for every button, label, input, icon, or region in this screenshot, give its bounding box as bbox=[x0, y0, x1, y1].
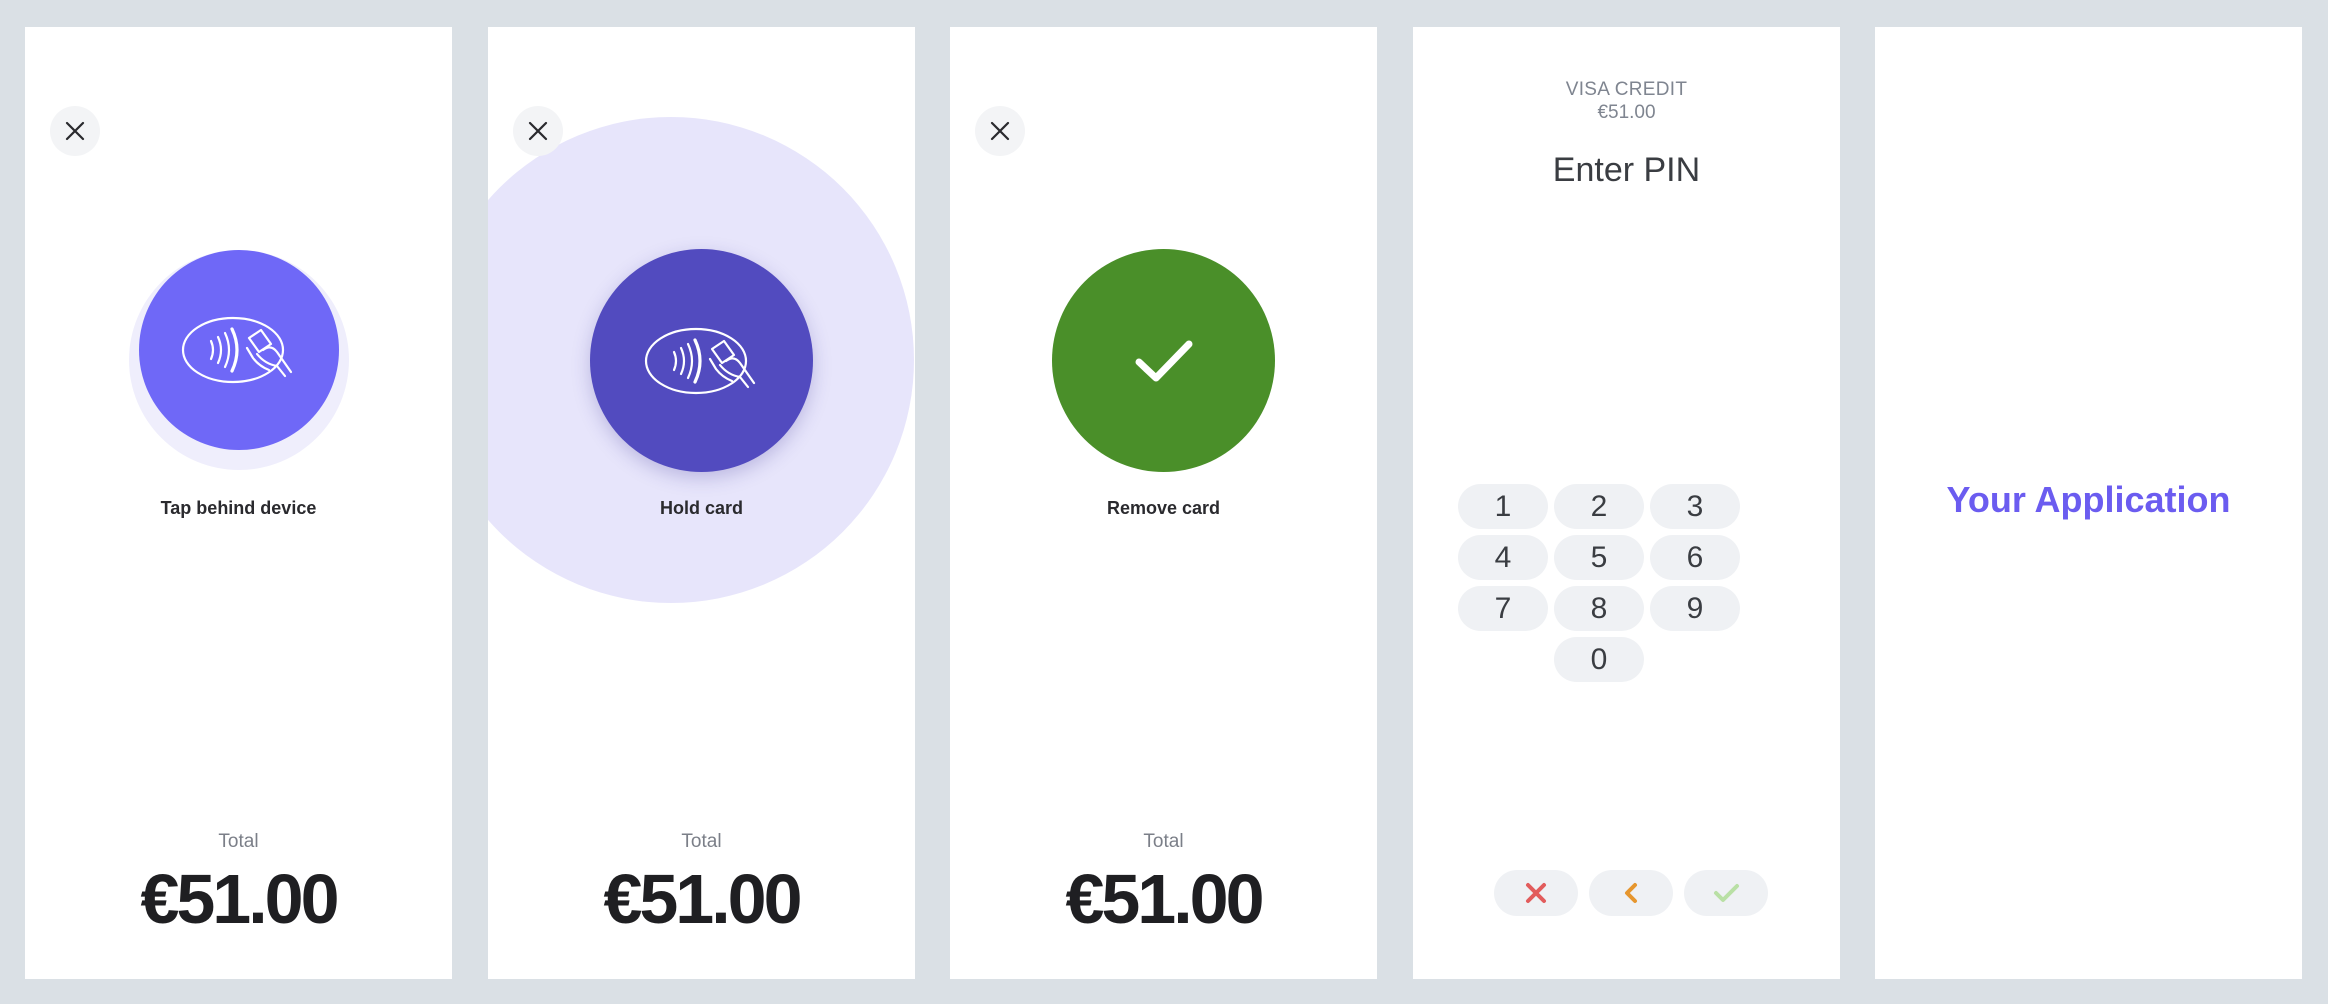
status-label: Hold card bbox=[659, 498, 743, 518]
close-button[interactable] bbox=[50, 106, 100, 156]
back-button[interactable] bbox=[1589, 870, 1673, 916]
checkmark-icon bbox=[1135, 340, 1192, 381]
pin-actions bbox=[1494, 870, 1768, 916]
success-circle bbox=[1052, 249, 1275, 472]
pin-key-6[interactable]: 6 bbox=[1650, 535, 1740, 580]
cancel-icon bbox=[1526, 883, 1546, 903]
pin-title: Enter PIN bbox=[1552, 151, 1701, 189]
close-icon bbox=[65, 121, 85, 141]
status-label: Tap behind device bbox=[160, 498, 317, 518]
pin-entry-screen: VISA CREDIT €51.00 Enter PIN 1 2 3 4 5 6… bbox=[1413, 27, 1840, 979]
total-label: Total bbox=[218, 831, 259, 852]
hold-circle bbox=[590, 249, 813, 472]
contactless-icon bbox=[644, 327, 755, 394]
close-button[interactable] bbox=[975, 106, 1025, 156]
total-amount: €51.00 bbox=[140, 860, 339, 938]
pin-key-1[interactable]: 1 bbox=[1458, 484, 1548, 529]
back-icon bbox=[1625, 883, 1637, 903]
pin-key-2[interactable]: 2 bbox=[1554, 484, 1644, 529]
total-label: Total bbox=[681, 831, 722, 852]
confirm-icon bbox=[1714, 884, 1739, 902]
close-button[interactable] bbox=[513, 106, 563, 156]
card-brand: VISA CREDIT bbox=[1565, 79, 1688, 100]
cancel-button[interactable] bbox=[1494, 870, 1578, 916]
close-icon bbox=[990, 121, 1010, 141]
total-amount: €51.00 bbox=[1065, 860, 1264, 938]
contactless-icon bbox=[181, 316, 293, 384]
pin-key-9[interactable]: 9 bbox=[1650, 586, 1740, 631]
payment-screen-hold: Hold card Total €51.00 bbox=[488, 27, 915, 979]
pin-key-4[interactable]: 4 bbox=[1458, 535, 1548, 580]
close-icon bbox=[528, 121, 548, 141]
status-label: Remove card bbox=[1106, 498, 1221, 518]
card-amount: €51.00 bbox=[1597, 102, 1656, 123]
pin-key-3[interactable]: 3 bbox=[1650, 484, 1740, 529]
total-amount: €51.00 bbox=[603, 860, 802, 938]
payment-screen-tap: Tap behind device Total €51.00 bbox=[25, 27, 452, 979]
pin-key-5[interactable]: 5 bbox=[1554, 535, 1644, 580]
pin-keypad: 1 2 3 4 5 6 7 8 9 0 bbox=[1458, 484, 1748, 682]
app-label: Your Application bbox=[1946, 479, 2231, 520]
confirm-button[interactable] bbox=[1684, 870, 1768, 916]
pin-key-8[interactable]: 8 bbox=[1554, 586, 1644, 631]
tap-circle bbox=[139, 250, 339, 450]
pin-key-7[interactable]: 7 bbox=[1458, 586, 1548, 631]
payment-screen-remove: Remove card Total €51.00 bbox=[950, 27, 1377, 979]
application-screen: Your Application bbox=[1875, 27, 2302, 979]
pin-key-0[interactable]: 0 bbox=[1554, 637, 1644, 682]
total-label: Total bbox=[1143, 831, 1184, 852]
